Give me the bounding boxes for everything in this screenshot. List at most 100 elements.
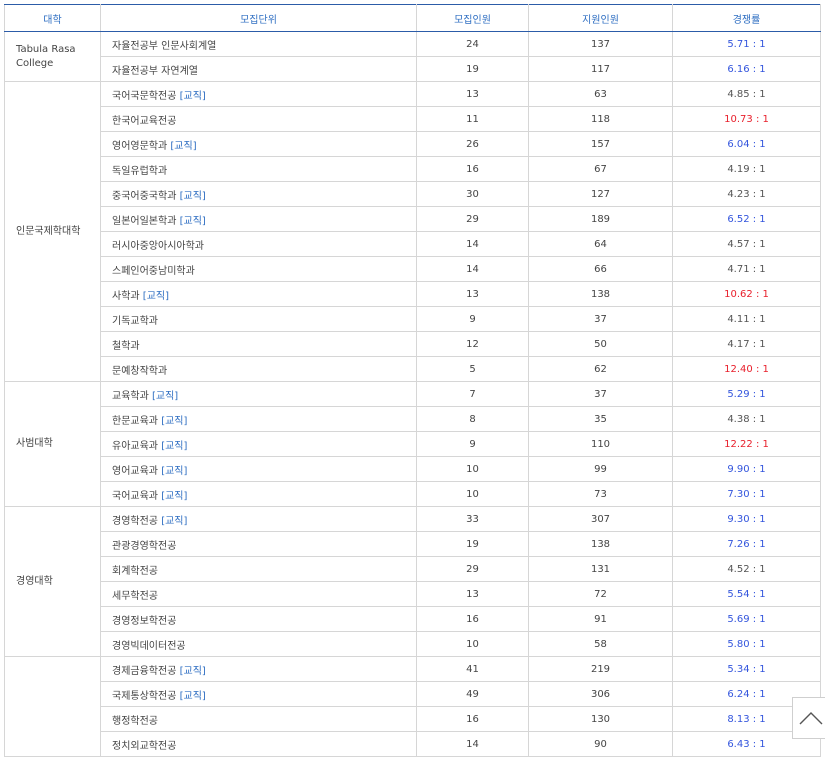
teaching-track-tag: [교직] bbox=[161, 490, 188, 502]
unit-name: 경영정보학전공 bbox=[112, 615, 177, 627]
rate-cell: 9.30 : 1 bbox=[672, 506, 821, 532]
college-cell bbox=[4, 656, 101, 757]
teaching-track-tag: [교직] bbox=[179, 190, 206, 202]
unit-cell: 세무학전공 bbox=[100, 581, 417, 607]
unit-name: 유아교육과 bbox=[112, 440, 158, 452]
applicants-cell: 118 bbox=[528, 106, 673, 132]
teaching-track-tag: [교직] bbox=[161, 415, 188, 427]
teaching-track-tag: [교직] bbox=[179, 690, 206, 702]
unit-cell: 러시아중앙아시아학과 bbox=[100, 231, 417, 257]
header-unit: 모집단위 bbox=[100, 4, 417, 32]
table-row: 정치외교학전공 14 90 6.43 : 1 bbox=[5, 731, 821, 757]
quota-cell: 30 bbox=[416, 181, 529, 207]
table-row: 일본어일본학과 [교직] 29 189 6.52 : 1 bbox=[5, 206, 821, 232]
quota-cell: 13 bbox=[416, 81, 529, 107]
teaching-track-tag: [교직] bbox=[161, 515, 188, 527]
applicants-cell: 63 bbox=[528, 81, 673, 107]
unit-cell: 관광경영학전공 bbox=[100, 531, 417, 557]
quota-cell: 9 bbox=[416, 306, 529, 332]
table-row: 경영정보학전공 16 91 5.69 : 1 bbox=[5, 606, 821, 632]
unit-cell: 스페인어중남미학과 bbox=[100, 256, 417, 282]
unit-name: 기독교학과 bbox=[112, 315, 158, 327]
quota-cell: 14 bbox=[416, 231, 529, 257]
unit-cell: 자율전공부 자연계열 bbox=[100, 56, 417, 82]
table-row: 사범대학 교육학과 [교직] 7 37 5.29 : 1 bbox=[4, 381, 821, 507]
applicants-cell: 131 bbox=[528, 556, 673, 582]
quota-cell: 29 bbox=[416, 556, 529, 582]
table-row: 독일유럽학과 16 67 4.19 : 1 bbox=[5, 156, 821, 182]
applicants-cell: 110 bbox=[528, 431, 673, 457]
unit-name: 사학과 bbox=[112, 290, 140, 302]
unit-cell: 정치외교학전공 bbox=[100, 731, 417, 757]
quota-cell: 14 bbox=[416, 256, 529, 282]
table-body: Tabula Rasa College 자율전공부 인문사회계열 24 137 5.71… bbox=[4, 31, 821, 757]
college-cell: Tabula Rasa College bbox=[4, 31, 101, 82]
quota-cell: 10 bbox=[416, 481, 529, 507]
quota-cell: 41 bbox=[416, 656, 529, 682]
applicants-cell: 138 bbox=[528, 531, 673, 557]
unit-cell: 영어교육과 [교직] bbox=[100, 456, 417, 482]
unit-name: 한문교육과 bbox=[112, 415, 158, 427]
rate-cell: 4.11 : 1 bbox=[672, 306, 821, 332]
unit-name: 중국어중국학과 bbox=[112, 190, 177, 202]
quota-cell: 16 bbox=[416, 606, 529, 632]
rate-cell: 4.71 : 1 bbox=[672, 256, 821, 282]
table-row: 영어영문학과 [교직] 26 157 6.04 : 1 bbox=[5, 131, 821, 157]
unit-cell: 사학과 [교직] bbox=[100, 281, 417, 307]
table-row: 경영빅데이터전공 10 58 5.80 : 1 bbox=[5, 631, 821, 657]
unit-name: 국어교육과 bbox=[112, 490, 158, 502]
quota-cell: 19 bbox=[416, 56, 529, 82]
header-college: 대학 bbox=[4, 4, 101, 32]
quota-cell: 13 bbox=[416, 281, 529, 307]
unit-name: 영어영문학과 bbox=[112, 140, 168, 152]
rate-cell: 5.71 : 1 bbox=[672, 31, 821, 57]
applicants-cell: 37 bbox=[528, 381, 673, 407]
table-row: 자율전공부 자연계열 19 117 6.16 : 1 bbox=[5, 56, 821, 82]
quota-cell: 49 bbox=[416, 681, 529, 707]
table-row: Tabula Rasa College 자율전공부 인문사회계열 24 137 5.71… bbox=[4, 31, 821, 82]
unit-cell: 교육학과 [교직] bbox=[100, 381, 417, 407]
chevron-up-icon bbox=[799, 712, 823, 725]
rate-cell: 10.62 : 1 bbox=[672, 281, 821, 307]
rate-cell: 5.54 : 1 bbox=[672, 581, 821, 607]
table-row: 관광경영학전공 19 138 7.26 : 1 bbox=[5, 531, 821, 557]
admission-results-table: 대학 모집단위 모집인원 지원인원 경쟁률 Tabula Rasa Colleg… bbox=[4, 4, 821, 757]
table-row: 회계학전공 29 131 4.52 : 1 bbox=[5, 556, 821, 582]
applicants-cell: 67 bbox=[528, 156, 673, 182]
unit-cell: 경영정보학전공 bbox=[100, 606, 417, 632]
unit-name: 정치외교학전공 bbox=[112, 740, 177, 752]
rate-cell: 6.52 : 1 bbox=[672, 206, 821, 232]
unit-name: 세무학전공 bbox=[112, 590, 158, 602]
unit-cell: 일본어일본학과 [교직] bbox=[100, 206, 417, 232]
unit-name: 국어국문학전공 bbox=[112, 90, 177, 102]
unit-name: 자율전공부 인문사회계열 bbox=[112, 40, 217, 52]
teaching-track-tag: [교직] bbox=[161, 465, 188, 477]
table-row: 문예창작학과 5 62 12.40 : 1 bbox=[5, 356, 821, 382]
teaching-track-tag: [교직] bbox=[179, 215, 206, 227]
applicants-cell: 138 bbox=[528, 281, 673, 307]
unit-name: 문예창작학과 bbox=[112, 365, 168, 377]
quota-cell: 8 bbox=[416, 406, 529, 432]
applicants-cell: 73 bbox=[528, 481, 673, 507]
rate-cell: 5.29 : 1 bbox=[672, 381, 821, 407]
unit-name: 러시아중앙아시아학과 bbox=[112, 240, 204, 252]
quota-cell: 24 bbox=[416, 31, 529, 57]
rate-cell: 4.19 : 1 bbox=[672, 156, 821, 182]
unit-cell: 독일유럽학과 bbox=[100, 156, 417, 182]
applicants-cell: 50 bbox=[528, 331, 673, 357]
quota-cell: 9 bbox=[416, 431, 529, 457]
scroll-to-top-button[interactable] bbox=[792, 697, 825, 739]
applicants-cell: 58 bbox=[528, 631, 673, 657]
header-quota: 모집인원 bbox=[416, 4, 529, 32]
unit-name: 한국어교육전공 bbox=[112, 115, 177, 127]
rate-cell: 7.26 : 1 bbox=[672, 531, 821, 557]
unit-name: 독일유럽학과 bbox=[112, 165, 168, 177]
table-row: 한국어교육전공 11 118 10.73 : 1 bbox=[5, 106, 821, 132]
applicants-cell: 66 bbox=[528, 256, 673, 282]
table-row: 경영대학 경영학전공 [교직] 33 307 9.30 : 1 bbox=[4, 506, 821, 657]
applicants-cell: 117 bbox=[528, 56, 673, 82]
rate-cell: 5.80 : 1 bbox=[672, 631, 821, 657]
unit-cell: 경영학전공 [교직] bbox=[100, 506, 417, 532]
table-row: 사학과 [교직] 13 138 10.62 : 1 bbox=[5, 281, 821, 307]
table-row: 행정학전공 16 130 8.13 : 1 bbox=[5, 706, 821, 732]
